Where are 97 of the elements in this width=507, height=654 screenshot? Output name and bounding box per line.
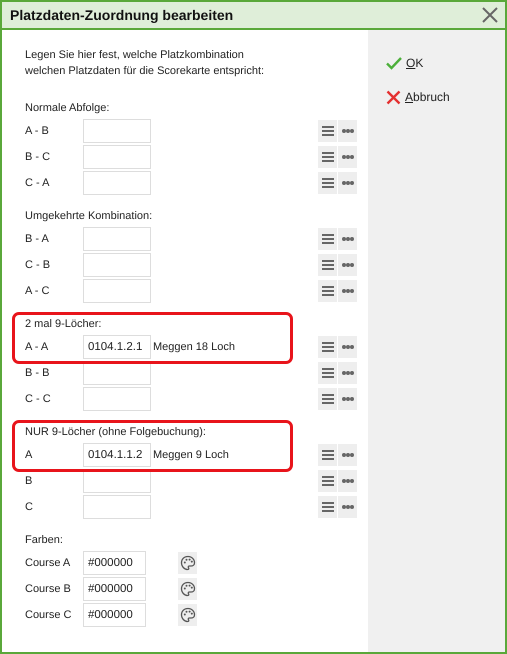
menu-icon [322, 234, 334, 244]
more-icon [342, 237, 354, 241]
more-icon [342, 371, 354, 375]
field-label: C - C [25, 392, 52, 407]
window-title: Platzdaten-Zuordnung bearbeiten [10, 6, 234, 25]
palette-icon [180, 581, 196, 597]
field-label: A [25, 448, 34, 463]
close-button[interactable] [481, 6, 499, 24]
more-icon [342, 289, 354, 293]
menu-icon [322, 152, 334, 162]
field-label: C - B [25, 258, 52, 273]
more-button[interactable] [338, 336, 357, 358]
more-icon [342, 479, 354, 483]
more-button[interactable] [338, 172, 357, 194]
more-icon [342, 345, 354, 349]
field-label: B - C [25, 150, 52, 165]
close-icon [481, 6, 499, 24]
more-button[interactable] [338, 280, 357, 302]
ok-button[interactable]: OK [386, 54, 424, 72]
list-button[interactable] [318, 444, 337, 466]
section-label: Umgekehrte Kombination: [25, 209, 154, 224]
course-field[interactable] [83, 495, 151, 519]
course-field[interactable]: 0104.1.2.1 [83, 335, 151, 359]
list-button[interactable] [318, 146, 337, 168]
field-label: A - A [25, 340, 50, 355]
field-label: Course B [25, 582, 72, 597]
section-label: Normale Abfolge: [25, 101, 110, 116]
more-icon [342, 397, 354, 401]
list-button[interactable] [318, 336, 337, 358]
palette-button[interactable] [178, 578, 197, 600]
more-button[interactable] [338, 444, 357, 466]
color-field[interactable]: #000000 [83, 603, 146, 627]
field-label: C [25, 500, 34, 515]
field-label: B - A [25, 232, 50, 247]
more-icon [342, 263, 354, 267]
more-icon [342, 505, 354, 509]
list-button[interactable] [318, 120, 337, 142]
list-button[interactable] [318, 362, 337, 384]
field-label: B - B [25, 366, 50, 381]
list-button[interactable] [318, 254, 337, 276]
course-field[interactable]: 0104.1.1.2 [83, 443, 151, 467]
menu-icon [322, 476, 334, 486]
check-icon [386, 56, 402, 70]
menu-icon [322, 368, 334, 378]
field-label: Course A [25, 556, 72, 571]
palette-button[interactable] [178, 604, 197, 626]
list-button[interactable] [318, 496, 337, 518]
more-button[interactable] [338, 146, 357, 168]
more-button[interactable] [338, 388, 357, 410]
course-field[interactable] [83, 279, 151, 303]
more-icon [342, 155, 354, 159]
more-button[interactable] [338, 228, 357, 250]
list-button[interactable] [318, 470, 337, 492]
course-field[interactable] [83, 145, 151, 169]
color-field[interactable]: #000000 [83, 551, 146, 575]
course-name: Meggen 9 Loch [153, 448, 229, 463]
menu-icon [322, 394, 334, 404]
section-label: NUR 9-Löcher (ohne Folgebuchung): [25, 425, 207, 440]
menu-icon [322, 126, 334, 136]
list-button[interactable] [318, 172, 337, 194]
more-button[interactable] [338, 496, 357, 518]
palette-button[interactable] [178, 552, 197, 574]
menu-icon [322, 502, 334, 512]
cancel-button[interactable]: Abbruch [386, 88, 450, 106]
more-button[interactable] [338, 362, 357, 384]
menu-icon [322, 178, 334, 188]
more-button[interactable] [338, 120, 357, 142]
field-label: A - C [25, 284, 50, 299]
menu-icon [322, 342, 334, 352]
more-button[interactable] [338, 470, 357, 492]
color-field[interactable]: #000000 [83, 577, 146, 601]
cross-icon [386, 90, 401, 104]
list-button[interactable] [318, 228, 337, 250]
menu-icon [322, 450, 334, 460]
list-button[interactable] [318, 388, 337, 410]
course-field[interactable] [83, 387, 151, 411]
palette-icon [180, 555, 196, 571]
section-label: 2 mal 9-Löcher: [25, 317, 102, 332]
course-field[interactable] [83, 253, 151, 277]
field-label: B [25, 474, 34, 489]
section-label: Farben: [25, 533, 64, 548]
list-button[interactable] [318, 280, 337, 302]
more-icon [342, 181, 354, 185]
instruction-text: Legen Sie hier fest, welche Platzkombination welchen Platzdaten für die Scorekarte entspricht: [25, 48, 266, 79]
course-field[interactable] [83, 227, 151, 251]
more-button[interactable] [338, 254, 357, 276]
course-name: Meggen 18 Loch [153, 340, 235, 355]
field-label: C - A [25, 176, 50, 191]
more-icon [342, 453, 354, 457]
field-label: A - B [25, 124, 50, 139]
course-field[interactable] [83, 171, 151, 195]
menu-icon [322, 286, 334, 296]
course-field[interactable] [83, 119, 151, 143]
palette-icon [180, 607, 196, 623]
field-label: Course C [25, 608, 72, 623]
menu-icon [322, 260, 334, 270]
more-icon [342, 129, 354, 133]
